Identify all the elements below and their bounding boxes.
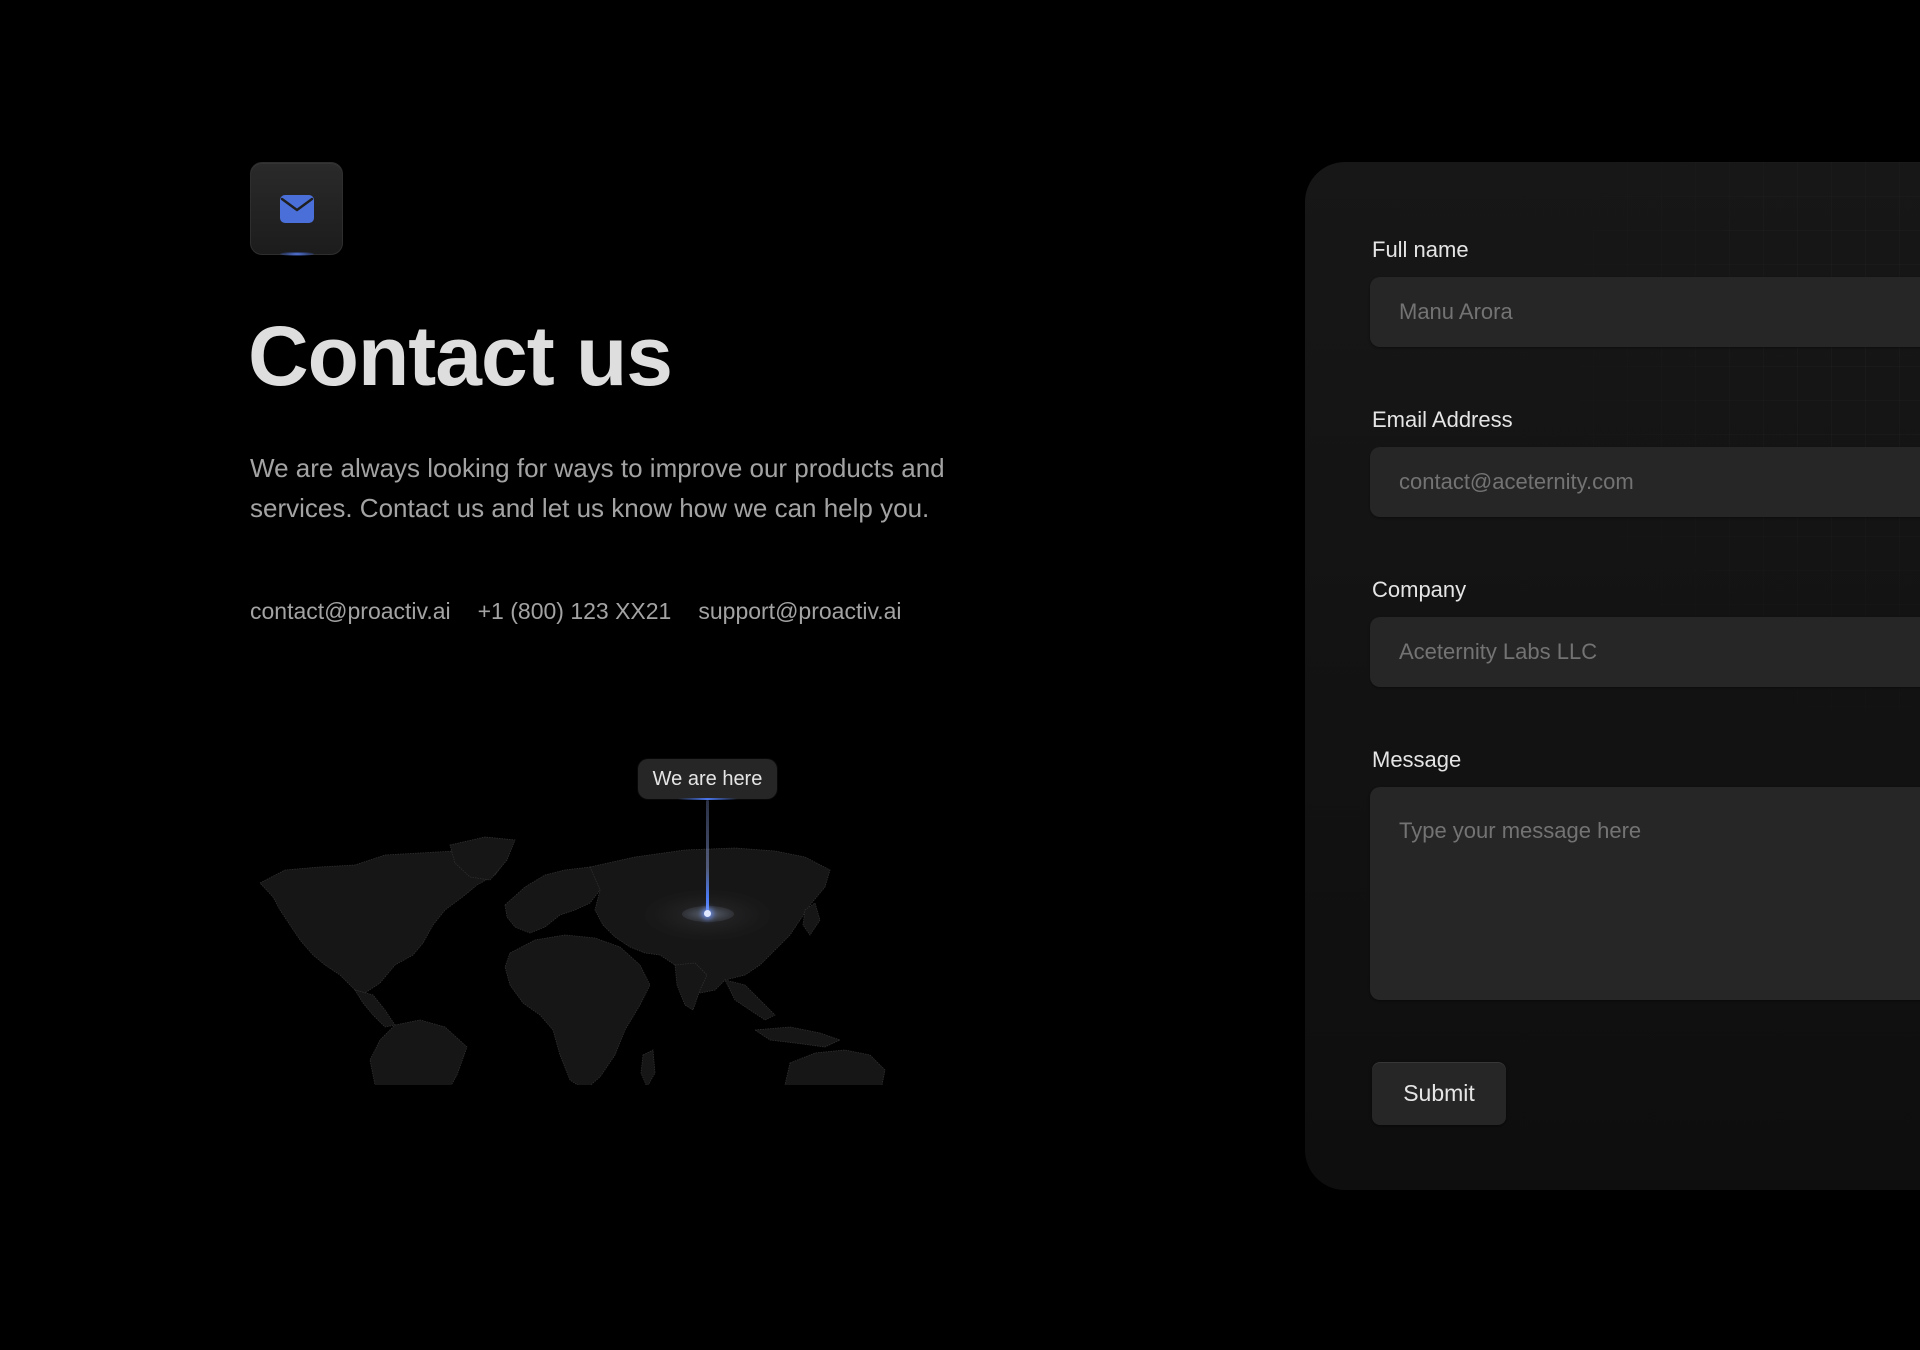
location-marker-icon[interactable]: [704, 910, 711, 917]
contact-form: Full name Email Address Company Message …: [1305, 162, 1920, 1190]
support-email-link[interactable]: support@proactiv.ai: [698, 593, 901, 629]
continent-africa: [504, 934, 651, 1091]
contact-info-row: contact@proactiv.ai +1 (800) 123 XX21 su…: [250, 593, 902, 629]
continent-south-america: [369, 1019, 468, 1176]
company-input[interactable]: [1370, 617, 1920, 687]
continent-central-america: [354, 989, 396, 1028]
marker-beam: [706, 800, 709, 914]
email-input[interactable]: [1370, 447, 1920, 517]
icon-glow: [279, 252, 314, 256]
contact-phone-link[interactable]: +1 (800) 123 XX21: [478, 593, 672, 629]
world-map: [245, 815, 975, 1176]
continent-europe: [504, 866, 606, 934]
message-textarea[interactable]: [1370, 787, 1920, 1000]
location-tooltip: We are here: [638, 759, 777, 800]
company-label: Company: [1372, 577, 1467, 602]
continent-madagascar: [640, 1049, 656, 1088]
email-label: Email Address: [1372, 407, 1513, 432]
full-name-label: Full name: [1372, 237, 1469, 262]
message-label: Message: [1372, 747, 1462, 772]
full-name-input[interactable]: [1370, 277, 1920, 347]
continent-southeast-asia: [724, 979, 776, 1021]
contact-email-link[interactable]: contact@proactiv.ai: [250, 593, 451, 629]
continent-australia: [784, 1049, 886, 1121]
mail-icon-badge: [250, 162, 343, 256]
page-title: Contact us: [248, 309, 673, 403]
world-map-graphic: [259, 836, 928, 1176]
continent-indonesia: [753, 1026, 842, 1048]
page-description: We are always looking for ways to improv…: [250, 453, 945, 523]
submit-button[interactable]: Submit: [1372, 1062, 1506, 1125]
mail-icon: [279, 194, 314, 223]
